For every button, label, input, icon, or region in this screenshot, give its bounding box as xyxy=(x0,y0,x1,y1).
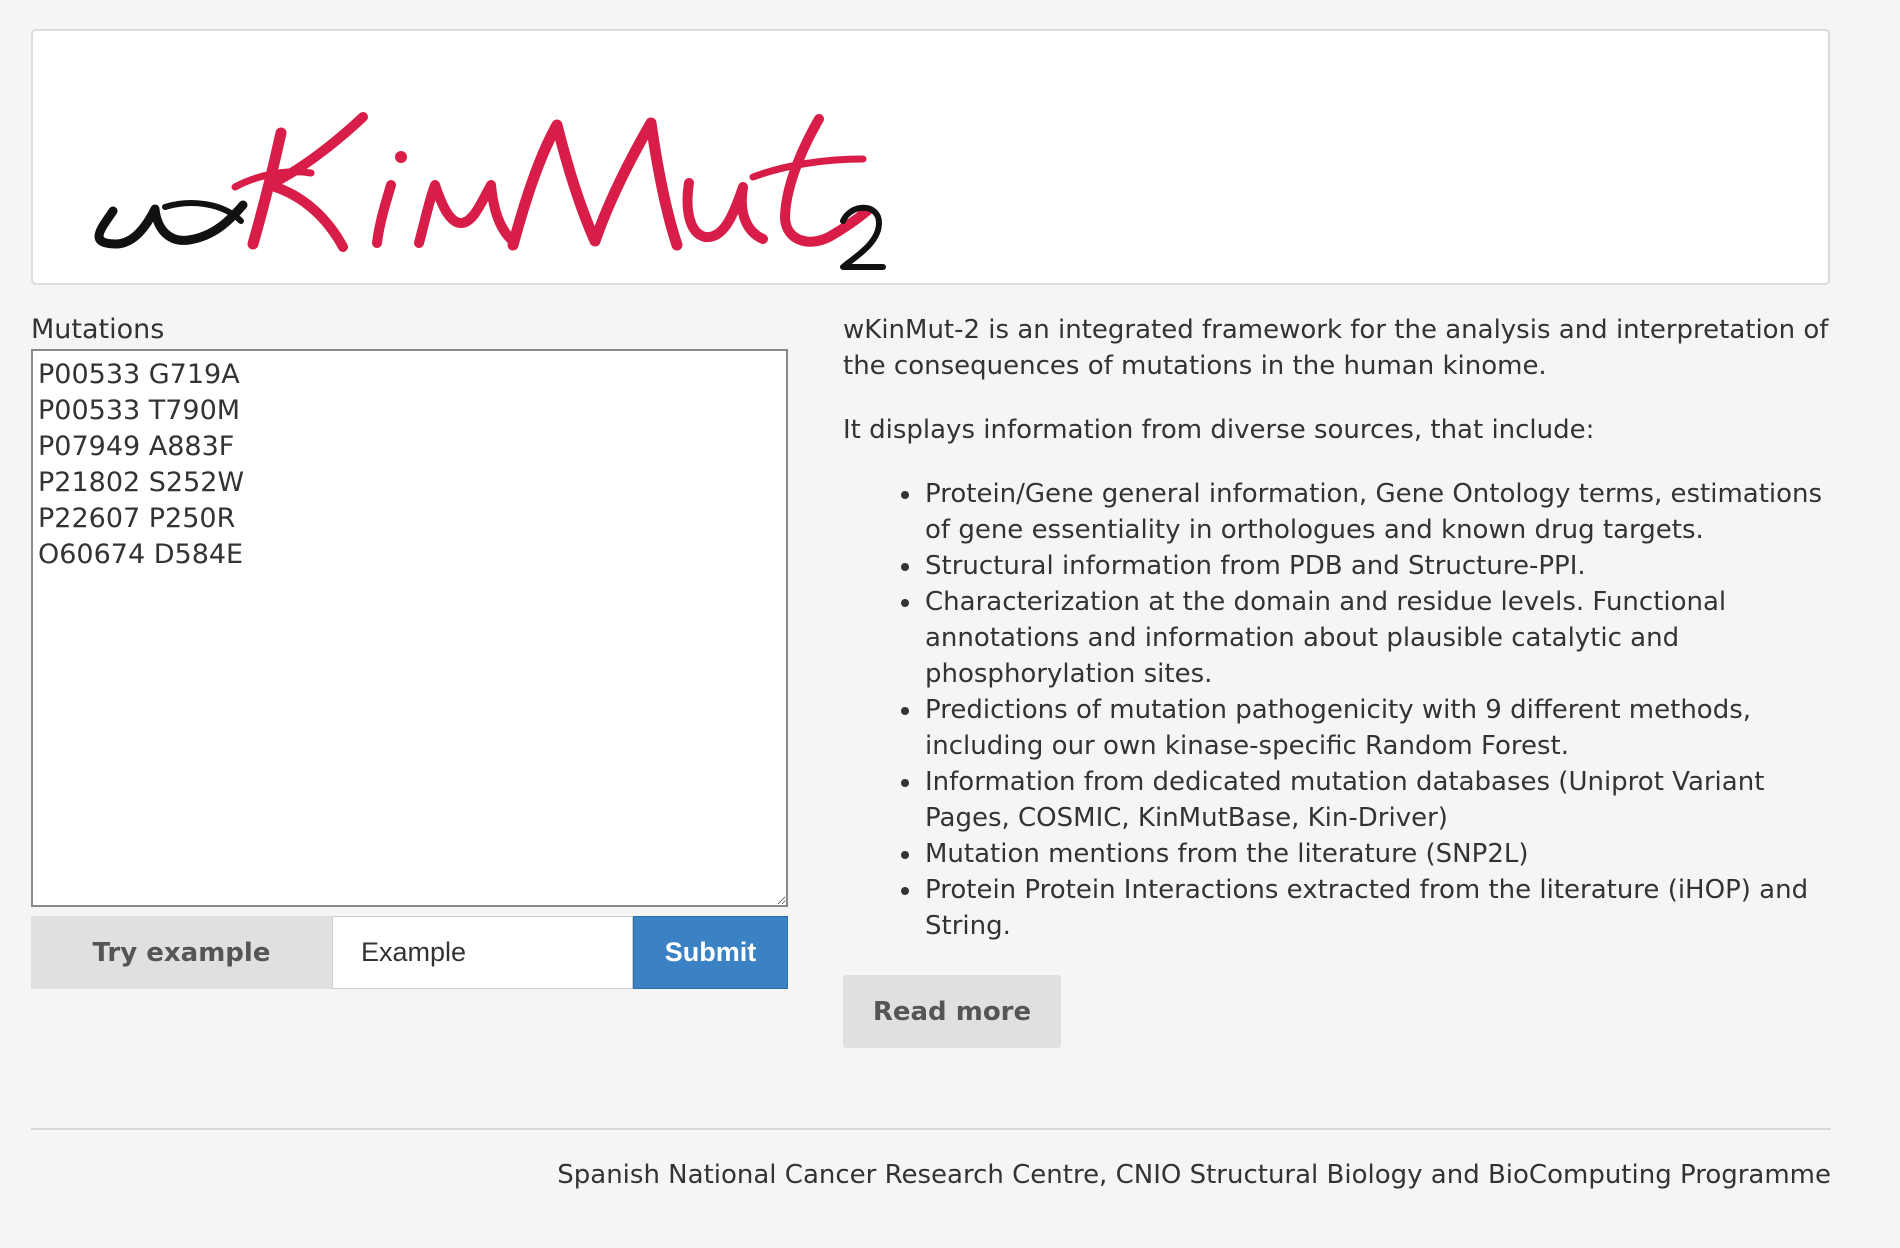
source-list-item: Information from dedicated mutation data… xyxy=(923,764,1833,836)
source-list-item: Structural information from PDB and Stru… xyxy=(923,548,1833,584)
submit-button[interactable]: Submit xyxy=(633,916,788,989)
try-example-button[interactable]: Try example xyxy=(31,916,332,989)
description-panel: wKinMut-2 is an integrated framework for… xyxy=(843,312,1833,1048)
example-input[interactable] xyxy=(332,916,633,989)
mutations-label: Mutations xyxy=(31,314,165,345)
source-list: Protein/Gene general information, Gene O… xyxy=(843,476,1833,944)
form-controls: Try example Submit xyxy=(31,916,788,989)
wkinmut-logo[interactable]: wKinMut2 xyxy=(73,61,893,271)
read-more-button[interactable]: Read more xyxy=(843,975,1061,1048)
sources-intro-text: It displays information from diverse sou… xyxy=(843,415,1595,445)
intro-text: wKinMut-2 is an integrated framework for… xyxy=(843,315,1829,381)
footer-divider xyxy=(31,1128,1831,1130)
source-list-item: Mutation mentions from the literature (S… xyxy=(923,836,1833,872)
logo-graphic xyxy=(94,112,886,270)
mutation-form: Mutations P00533 G719A P00533 T790M P079… xyxy=(31,312,788,989)
source-list-item: Protein/Gene general information, Gene O… xyxy=(923,476,1833,548)
source-list-item: Characterization at the domain and resid… xyxy=(923,584,1833,692)
mutations-textarea[interactable]: P00533 G719A P00533 T790M P07949 A883F P… xyxy=(31,349,788,907)
footer-text: Spanish National Cancer Research Centre,… xyxy=(557,1160,1831,1190)
source-list-item: Protein Protein Interactions extracted f… xyxy=(923,872,1833,944)
header-panel: wKinMut2 xyxy=(31,29,1830,285)
source-list-item: Predictions of mutation pathogenicity wi… xyxy=(923,692,1833,764)
